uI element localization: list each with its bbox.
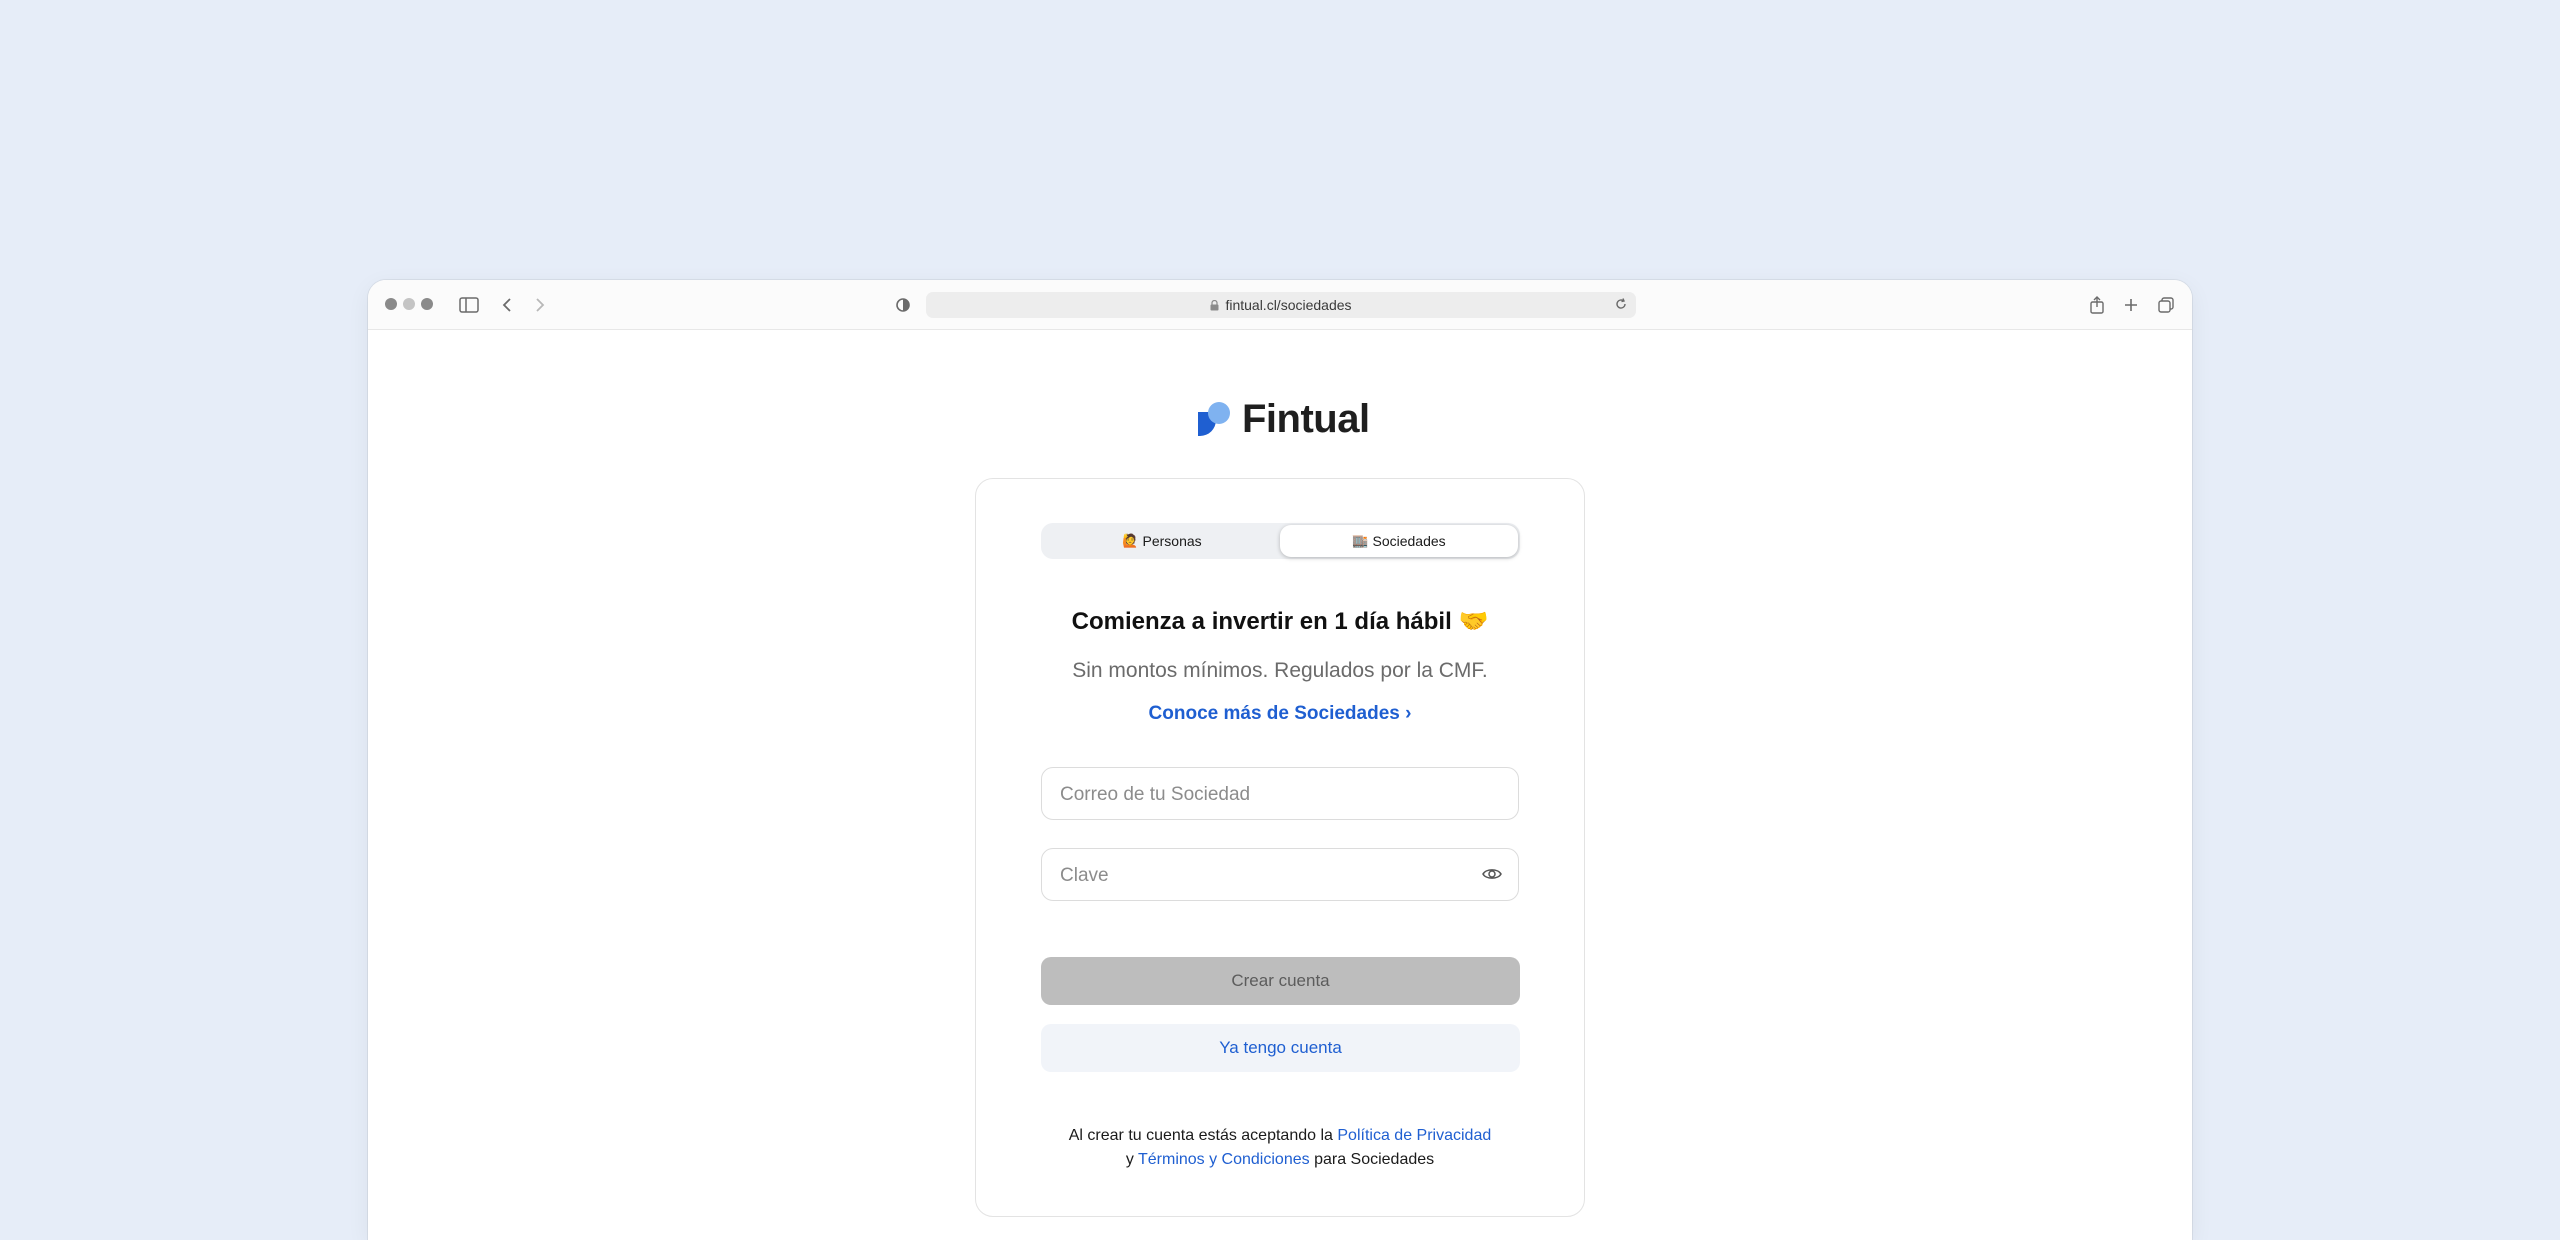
fintual-logo-icon: [1198, 402, 1230, 436]
account-type-toggle: 🙋 Personas 🏬 Sociedades: [1041, 523, 1520, 559]
share-icon[interactable]: [2086, 294, 2108, 316]
learn-more-link[interactable]: Conoce más de Sociedades ›: [976, 703, 1584, 725]
tabs-overview-icon[interactable]: [2155, 294, 2177, 316]
page-subtitle: Sin montos mínimos. Regulados por la CMF…: [1072, 659, 1488, 682]
handshake-emoji-icon: 🤝: [1458, 608, 1489, 635]
tab-sociedades[interactable]: 🏬 Sociedades: [1280, 525, 1518, 557]
tab-sociedades-label: Sociedades: [1372, 533, 1446, 549]
lock-icon: [1210, 299, 1219, 311]
show-password-icon[interactable]: [1482, 865, 1502, 888]
browser-toolbar: fintual.cl/sociedades: [368, 280, 2192, 330]
tab-personas[interactable]: 🙋 Personas: [1043, 525, 1281, 557]
create-account-button[interactable]: Crear cuenta: [1041, 957, 1520, 1005]
minimize-window-button[interactable]: [403, 298, 415, 310]
page-title-text: Comienza a invertir en 1 día hábil: [1071, 608, 1452, 635]
legal-suffix: para Sociedades: [1314, 1151, 1435, 1168]
signup-card: 🙋 Personas 🏬 Sociedades Comienza a inver…: [975, 478, 1585, 1217]
legal-and: y: [1125, 1151, 1134, 1168]
browser-window: fintual.cl/sociedades Fintual 🙋 Personas: [368, 280, 2192, 1240]
shield-icon[interactable]: [892, 294, 914, 316]
password-input[interactable]: [1058, 849, 1462, 902]
legal-notice: Al crear tu cuenta estás aceptando la Po…: [976, 1124, 1584, 1172]
url-text: fintual.cl/sociedades: [1225, 297, 1352, 313]
logo-text: Fintual: [1242, 396, 1370, 441]
close-window-button[interactable]: [385, 298, 397, 310]
new-tab-icon[interactable]: [2120, 294, 2142, 316]
reload-icon[interactable]: [1614, 297, 1628, 314]
address-bar[interactable]: fintual.cl/sociedades: [926, 292, 1636, 318]
email-field[interactable]: [1041, 767, 1519, 821]
sidebar-icon[interactable]: [458, 294, 480, 316]
person-emoji-icon: 🙋: [1122, 533, 1139, 548]
terms-link[interactable]: Términos y Condiciones: [1138, 1151, 1310, 1168]
email-input[interactable]: [1058, 768, 1462, 821]
tab-personas-label: Personas: [1142, 533, 1202, 549]
login-button[interactable]: Ya tengo cuenta: [1041, 1024, 1520, 1072]
fintual-logo[interactable]: Fintual: [1196, 396, 1370, 441]
zoom-window-button[interactable]: [421, 298, 433, 310]
building-emoji-icon: 🏬: [1352, 533, 1369, 548]
privacy-policy-link[interactable]: Política de Privacidad: [1337, 1127, 1491, 1144]
password-field[interactable]: [1041, 848, 1519, 902]
page-title: Comienza a invertir en 1 día hábil 🤝: [976, 607, 1584, 636]
forward-icon[interactable]: [529, 294, 551, 316]
legal-prefix: Al crear tu cuenta estás aceptando la: [1068, 1127, 1333, 1144]
back-icon[interactable]: [496, 294, 518, 316]
